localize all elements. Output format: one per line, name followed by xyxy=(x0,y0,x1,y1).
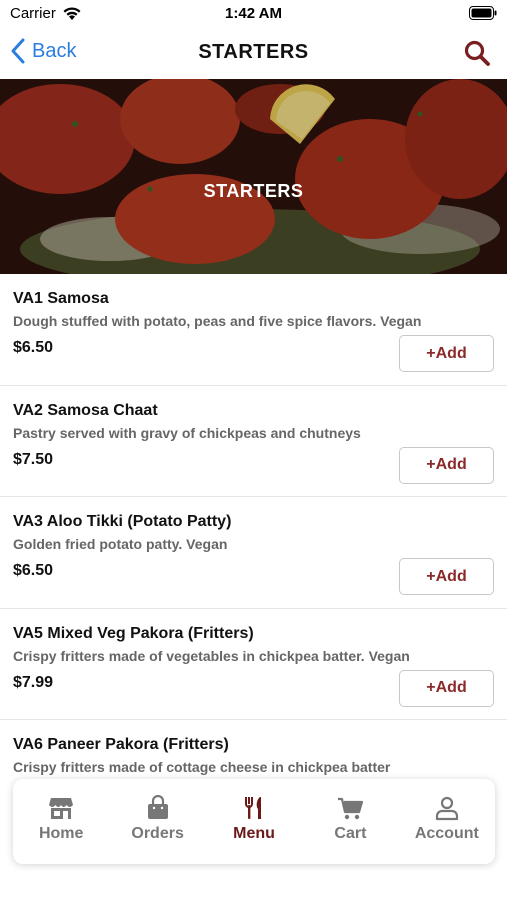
item-name: VA1 Samosa xyxy=(13,290,109,307)
item-description: Crispy fritters made of vegetables in ch… xyxy=(13,647,410,664)
bag-icon xyxy=(147,795,168,819)
tab-menu[interactable]: Menu xyxy=(206,779,302,864)
tab-orders[interactable]: Orders xyxy=(109,779,205,864)
item-description: Pastry served with gravy of chickpeas an… xyxy=(13,424,361,441)
menu-item: VA5 Mixed Veg Pakora (Fritters) Crispy f… xyxy=(0,609,507,720)
item-price: $7.99 xyxy=(13,673,54,691)
banner-title: STARTERS xyxy=(203,181,304,201)
status-bar: Carrier 1:42 AM xyxy=(0,0,507,28)
tab-label: Orders xyxy=(131,825,184,842)
store-icon xyxy=(49,798,74,819)
battery-icon xyxy=(469,6,497,20)
menu-item: VA3 Aloo Tikki (Potato Patty) Golden fri… xyxy=(0,497,507,609)
tab-bar: Home Orders Menu Cart Account xyxy=(13,779,495,864)
item-description: Golden fried potato patty. Vegan xyxy=(13,536,228,552)
menu-list[interactable]: VA1 Samosa Dough stuffed with potato, pe… xyxy=(0,274,507,779)
item-price: $7.50 xyxy=(13,450,54,468)
tab-label: Account xyxy=(414,825,479,842)
tab-account[interactable]: Account xyxy=(399,779,495,864)
item-name: VA6 Paneer Pakora (Fritters) xyxy=(13,736,229,753)
cart-icon xyxy=(338,797,364,820)
add-button[interactable]: +Add xyxy=(399,669,494,707)
item-name: VA5 Mixed Veg Pakora (Fritters) xyxy=(13,624,254,642)
add-button[interactable]: +Add xyxy=(399,446,494,484)
tab-label: Menu xyxy=(233,825,275,842)
nav-bar: Back STARTERS xyxy=(0,28,507,78)
page-title: STARTERS xyxy=(198,41,309,63)
item-description: Dough stuffed with potato, peas and five… xyxy=(13,313,422,329)
tab-home[interactable]: Home xyxy=(13,779,109,864)
add-button[interactable]: +Add xyxy=(399,335,494,372)
category-banner: STARTERS xyxy=(0,79,507,274)
item-name: VA2 Samosa Chaat xyxy=(13,401,158,419)
menu-item: VA1 Samosa Dough stuffed with potato, pe… xyxy=(0,274,507,386)
food-image xyxy=(0,79,507,274)
tab-label: Cart xyxy=(334,825,367,842)
fork-knife-icon xyxy=(245,797,262,819)
item-price: $6.50 xyxy=(13,339,54,356)
item-price: $6.50 xyxy=(13,562,54,579)
user-icon xyxy=(435,796,458,821)
menu-item: VA2 Samosa Chaat Pastry served with grav… xyxy=(0,386,507,497)
add-button[interactable]: +Add xyxy=(399,558,494,595)
item-description: Crispy fritters made of cottage cheese i… xyxy=(13,759,391,775)
clock: 1:42 AM xyxy=(225,5,282,22)
tab-cart[interactable]: Cart xyxy=(302,779,398,864)
menu-item: VA6 Paneer Pakora (Fritters) Crispy frit… xyxy=(0,720,507,779)
tab-label: Home xyxy=(38,825,84,842)
item-name: VA3 Aloo Tikki (Potato Patty) xyxy=(13,513,232,530)
search-icon[interactable] xyxy=(463,39,491,67)
